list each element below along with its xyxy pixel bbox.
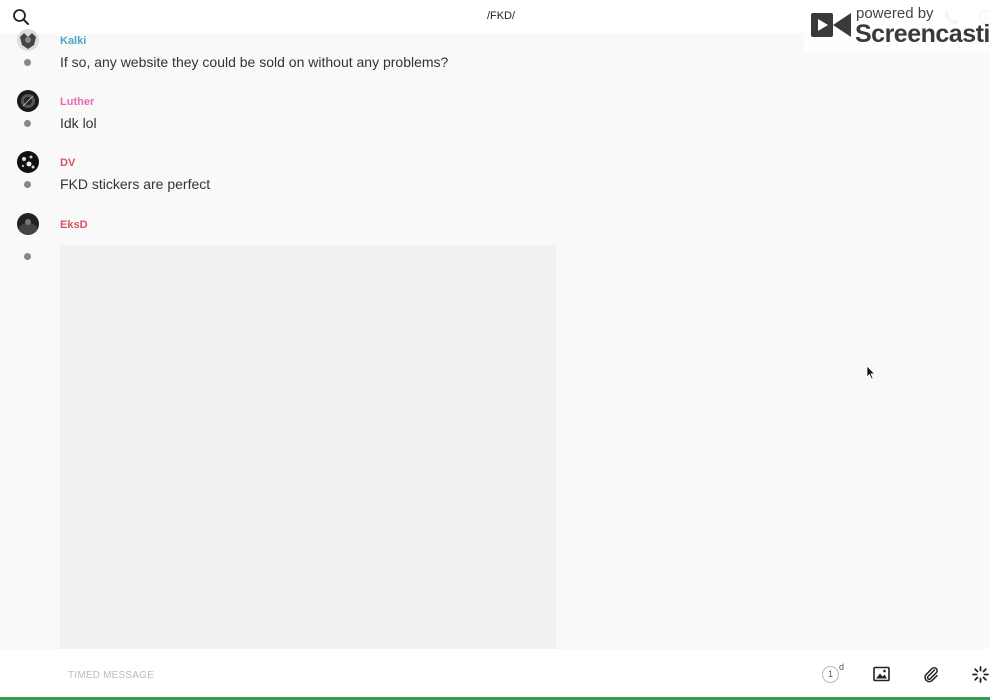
status-dot bbox=[24, 253, 31, 260]
message-text: Idk lol bbox=[60, 115, 97, 131]
status-dot bbox=[24, 120, 31, 127]
message-image[interactable] bbox=[60, 245, 556, 649]
message-text: FKD stickers are perfect bbox=[60, 176, 211, 192]
avatar[interactable] bbox=[17, 90, 39, 112]
mouse-cursor-icon bbox=[866, 365, 876, 380]
watermark-brand: Screencastify bbox=[855, 20, 990, 48]
screencastify-logo-icon bbox=[808, 7, 854, 43]
avatar[interactable] bbox=[17, 151, 39, 173]
composer-bar: 1 d bbox=[0, 649, 990, 700]
status-dot bbox=[24, 181, 31, 188]
paperclip-icon[interactable] bbox=[922, 665, 940, 683]
author-name[interactable]: EksD bbox=[60, 219, 88, 231]
status-dot bbox=[24, 59, 31, 66]
burst-icon[interactable] bbox=[971, 665, 990, 684]
screencastify-watermark: powered by Screencastify bbox=[804, 0, 990, 52]
message-input[interactable] bbox=[60, 667, 668, 683]
avatar[interactable] bbox=[17, 213, 39, 235]
author-name[interactable]: Kalki bbox=[60, 35, 86, 47]
timer-value: 1 bbox=[822, 666, 839, 683]
timer-unit: d bbox=[839, 662, 845, 672]
photo-icon[interactable] bbox=[873, 666, 890, 682]
timer-button[interactable]: 1 d bbox=[822, 662, 846, 685]
avatar[interactable] bbox=[17, 29, 39, 51]
author-name[interactable]: Luther bbox=[60, 96, 94, 108]
author-name[interactable]: DV bbox=[60, 157, 75, 169]
message-text: If so, any website they could be sold on… bbox=[60, 54, 449, 70]
